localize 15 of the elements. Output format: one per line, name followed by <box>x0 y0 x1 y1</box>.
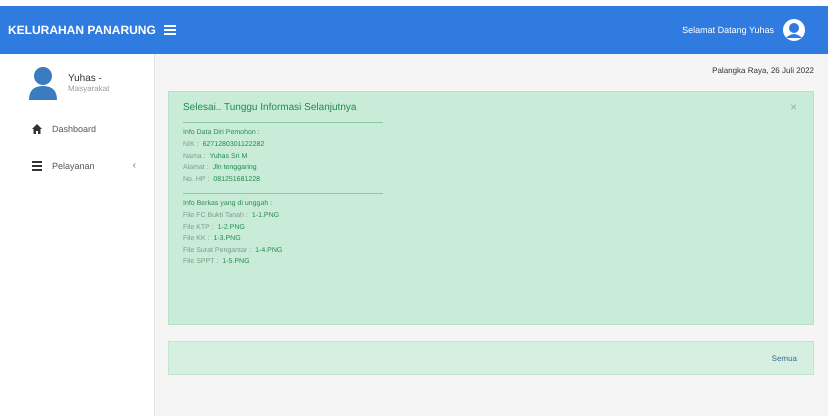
date-text: Palangka Raya, 26 Juli 2022 <box>712 66 814 75</box>
caret-icon: ‹ <box>132 160 136 171</box>
user-name: Yuhas - <box>68 73 103 84</box>
nav-item[interactable]: Pelayanan ‹ <box>10 154 144 177</box>
home-icon <box>32 124 42 134</box>
menu-icon[interactable] <box>164 25 176 35</box>
greeting-text: Selamat Datang Yuhas <box>682 25 774 35</box>
view-all-link[interactable]: Semua <box>772 354 797 362</box>
user-role: Masyarakat <box>68 84 110 93</box>
user-avatar-icon <box>28 66 58 100</box>
alert-title: Selesai.. Tunggu Informasi Selanjutnya <box>183 102 356 112</box>
nav-item[interactable]: Dashboard <box>10 118 144 140</box>
brand-title: KELURAHAN PANARUNG <box>8 23 156 37</box>
list-icon <box>32 160 42 170</box>
user-avatar-icon[interactable] <box>782 18 806 42</box>
